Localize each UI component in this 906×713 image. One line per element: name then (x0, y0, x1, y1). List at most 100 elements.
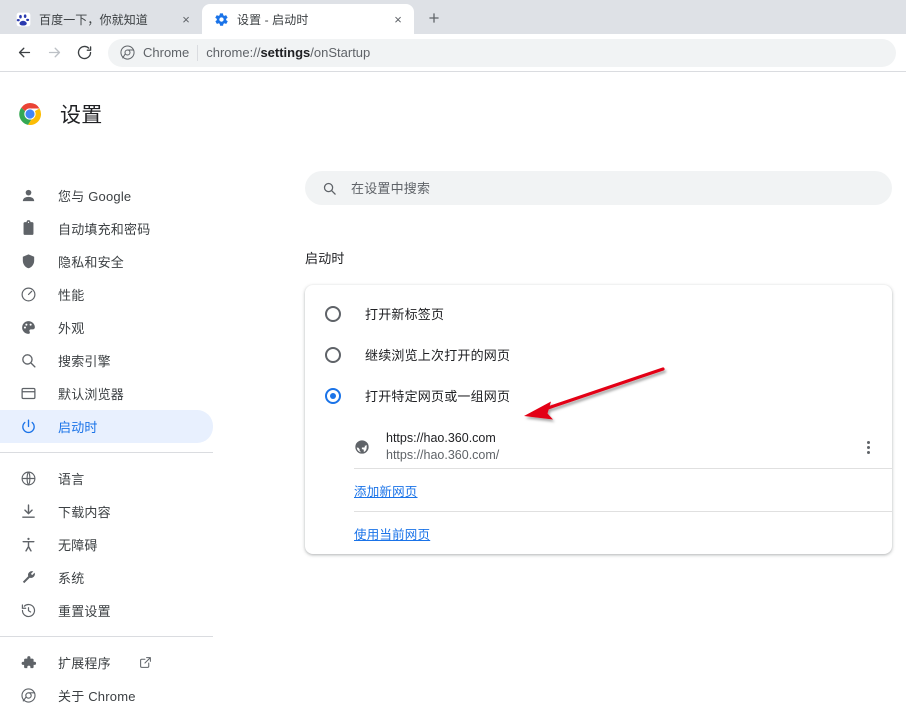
tab-baidu[interactable]: 百度一下，你就知道 × (4, 4, 202, 34)
settings-content: 启动时 打开新标签页 继续浏览上次打开的网页 打开特定网页或一组网页 (305, 171, 892, 554)
startup-page-row[interactable]: https://hao.360.com https://hao.360.com/ (354, 426, 880, 468)
radio-continue-where-left-off[interactable]: 继续浏览上次打开的网页 (305, 334, 892, 375)
sidebar-item-accessibility[interactable]: 无障碍 (0, 528, 213, 561)
radio-button[interactable] (325, 305, 341, 322)
download-icon (18, 502, 38, 522)
sidebar-item-label: 隐私和安全 (58, 255, 125, 270)
dot (866, 440, 870, 444)
radio-open-new-tab-page[interactable]: 打开新标签页 (305, 293, 892, 334)
clipboard-icon (18, 219, 38, 239)
search-settings-box[interactable] (305, 171, 892, 205)
startup-pages-list: https://hao.360.com https://hao.360.com/ (305, 426, 892, 468)
sidebar-item-system[interactable]: 系统 (0, 561, 213, 594)
chrome-outline-icon (18, 686, 38, 706)
on-startup-card: 打开新标签页 继续浏览上次打开的网页 打开特定网页或一组网页 https://h… (305, 285, 892, 554)
radio-label: 打开新标签页 (365, 307, 445, 322)
sidebar-item-downloads[interactable]: 下载内容 (0, 495, 213, 528)
accessibility-icon (18, 535, 38, 555)
address-bar[interactable]: Chrome chrome://settings/onStartup (108, 38, 896, 67)
sidebar-item-you-and-google[interactable]: 您与 Google (0, 179, 213, 212)
url-prefix: chrome:// (206, 45, 261, 60)
sidebar-item-performance[interactable]: 性能 (0, 278, 213, 311)
sidebar-item-privacy-security[interactable]: 隐私和安全 (0, 245, 213, 278)
sidebar-item-label: 重置设置 (58, 604, 111, 619)
search-input[interactable] (351, 180, 876, 196)
chrome-logo-icon (18, 102, 42, 126)
magnifier-icon (18, 351, 38, 371)
tab-strip: 百度一下，你就知道 × 设置 - 启动时 × (0, 0, 906, 34)
puzzle-icon (18, 653, 38, 673)
add-new-page-row[interactable]: 添加新网页 (305, 469, 892, 511)
power-icon (18, 417, 38, 437)
radio-open-specific-pages[interactable]: 打开特定网页或一组网页 (305, 375, 892, 416)
omnibox-chip-label: Chrome (143, 45, 190, 60)
wrench-icon (18, 568, 38, 588)
sidebar-item-label: 下载内容 (58, 505, 111, 520)
add-new-page-link[interactable]: 添加新网页 (354, 481, 418, 500)
close-icon[interactable]: × (390, 11, 406, 27)
sidebar-item-label: 语言 (58, 472, 85, 487)
sidebar-item-label: 性能 (58, 288, 85, 303)
sidebar-item-label: 系统 (58, 571, 85, 586)
sidebar-item-about-chrome[interactable]: 关于 Chrome (0, 679, 213, 712)
section-title: 启动时 (305, 251, 345, 266)
sidebar-item-default-browser[interactable]: 默认浏览器 (0, 377, 213, 410)
startup-page-url: https://hao.360.com/ (386, 448, 500, 462)
radio-label: 打开特定网页或一组网页 (365, 389, 511, 404)
url-bold: settings (260, 45, 311, 60)
tab-title: 百度一下，你就知道 (39, 12, 148, 27)
open-in-new-icon (139, 656, 153, 670)
sidebar-item-label: 无障碍 (58, 538, 98, 553)
sidebar-item-label: 默认浏览器 (58, 387, 125, 402)
person-icon (18, 186, 38, 206)
browser-toolbar: Chrome chrome://settings/onStartup (0, 34, 906, 72)
sidebar-divider-2 (0, 636, 213, 637)
search-icon (321, 180, 337, 196)
sidebar-item-on-startup[interactable]: 启动时 (0, 410, 213, 443)
dot (866, 450, 870, 454)
browser-window: 百度一下，你就知道 × 设置 - 启动时 × Chrome chrome://s… (0, 0, 906, 713)
settings-header: 设置 (0, 73, 906, 129)
sidebar-item-search-engine[interactable]: 搜索引擎 (0, 344, 213, 377)
sidebar-item-label: 扩展程序 (58, 656, 111, 671)
sidebar-item-label: 关于 Chrome (58, 689, 136, 704)
sidebar-item-reset-settings[interactable]: 重置设置 (0, 594, 213, 627)
palette-icon (18, 318, 38, 338)
omnibox-divider (197, 44, 199, 61)
sidebar-item-extensions[interactable]: 扩展程序 (0, 646, 213, 679)
globe-favicon-icon (354, 439, 370, 455)
back-button[interactable] (10, 39, 38, 67)
chrome-icon (120, 45, 135, 60)
use-current-pages-row[interactable]: 使用当前网页 (305, 512, 892, 554)
sidebar-item-appearance[interactable]: 外观 (0, 311, 213, 344)
close-icon[interactable]: × (178, 11, 194, 27)
sidebar-item-label: 启动时 (58, 420, 98, 435)
radio-button[interactable] (325, 387, 341, 404)
sidebar-item-label: 您与 Google (58, 189, 132, 204)
sidebar-item-languages[interactable]: 语言 (0, 462, 213, 495)
settings-page: 设置 您与 Google 自动填充和密码 隐私和安全 性能 外观 搜索引擎 默认… (0, 73, 906, 713)
history-restore-icon (18, 601, 38, 621)
tab-settings[interactable]: 设置 - 启动时 × (202, 4, 414, 34)
page-title: 设置 (60, 103, 103, 127)
settings-gear-icon (213, 11, 229, 27)
tab-title: 设置 - 启动时 (237, 12, 309, 27)
radio-button[interactable] (325, 346, 341, 363)
sidebar-item-label: 搜索引擎 (58, 354, 111, 369)
forward-button[interactable] (40, 39, 68, 67)
startup-page-texts: https://hao.360.com https://hao.360.com/ (386, 430, 840, 464)
new-tab-button[interactable] (420, 4, 448, 32)
dot (866, 445, 870, 449)
radio-label: 继续浏览上次打开的网页 (365, 348, 511, 363)
baidu-icon (15, 11, 31, 27)
globe-icon (18, 469, 38, 489)
settings-sidebar: 您与 Google 自动填充和密码 隐私和安全 性能 外观 搜索引擎 默认浏览器… (0, 161, 255, 712)
sidebar-item-autofill-passwords[interactable]: 自动填充和密码 (0, 212, 213, 245)
sidebar-divider-1 (0, 452, 213, 453)
use-current-pages-link[interactable]: 使用当前网页 (354, 524, 430, 543)
kebab-menu-icon[interactable] (856, 435, 880, 459)
sidebar-item-label: 自动填充和密码 (58, 222, 151, 237)
omnibox-url: chrome://settings/onStartup (206, 45, 370, 60)
reload-button[interactable] (70, 39, 98, 67)
url-suffix: /onStartup (310, 45, 371, 60)
